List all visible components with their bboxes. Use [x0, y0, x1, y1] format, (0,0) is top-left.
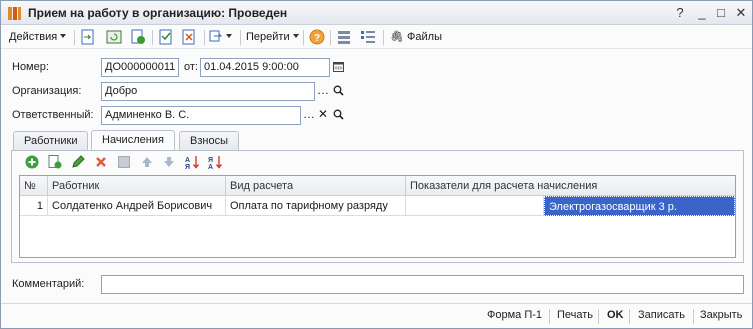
- comment-field[interactable]: [101, 275, 744, 294]
- sort-descending-icon[interactable]: ЯA: [207, 154, 223, 170]
- add-row-icon[interactable]: [24, 154, 40, 170]
- goto-menu[interactable]: Перейти: [246, 28, 299, 46]
- goto-menu-label: Перейти: [246, 31, 290, 43]
- end-edit-icon[interactable]: [116, 154, 132, 170]
- window-title: Прием на работу в организацию: Проведен: [28, 6, 288, 20]
- search-icon[interactable]: [331, 82, 345, 101]
- files-button[interactable]: 🖇 Файлы: [390, 28, 442, 46]
- svg-text:?: ?: [314, 33, 320, 44]
- select-button[interactable]: …: [316, 82, 330, 101]
- number-field[interactable]: ДО000000011: [101, 58, 179, 77]
- search-icon[interactable]: [331, 106, 345, 125]
- organization-label: Организация:: [12, 85, 82, 97]
- table-cell-calc-type[interactable]: Оплата по тарифному разряду: [226, 196, 406, 216]
- tab-contributions[interactable]: Взносы: [179, 131, 239, 150]
- select-button[interactable]: …: [302, 106, 316, 125]
- ok-button[interactable]: OK: [607, 309, 624, 321]
- organization-field[interactable]: Добро: [101, 82, 315, 101]
- svg-text:A: A: [185, 157, 190, 164]
- actions-menu-label: Действия: [9, 31, 58, 43]
- svg-text:Я: Я: [208, 157, 213, 164]
- svg-text:A: A: [208, 164, 213, 170]
- save-button[interactable]: Записать: [638, 309, 685, 321]
- based-on-menu[interactable]: [209, 28, 232, 46]
- move-down-icon[interactable]: [161, 154, 177, 170]
- column-header-number[interactable]: №: [20, 176, 48, 196]
- svg-text:Я: Я: [185, 164, 190, 170]
- column-header-calc-type[interactable]: Вид расчета: [226, 176, 406, 196]
- document-posted-icon: [8, 7, 21, 20]
- delete-row-icon[interactable]: [93, 154, 109, 170]
- title-bar: Прием на работу в организацию: Проведен …: [1, 1, 752, 25]
- unpost-icon[interactable]: [180, 28, 198, 46]
- column-header-worker[interactable]: Работник: [48, 176, 226, 196]
- refresh-icon[interactable]: [105, 28, 123, 46]
- move-up-icon[interactable]: [139, 154, 155, 170]
- comment-label: Комментарий:: [12, 278, 85, 290]
- tab-employees[interactable]: Работники: [13, 131, 89, 150]
- bottom-bar: Форма П-1 Печать OK Записать Закрыть: [1, 303, 752, 328]
- minimize-button[interactable]: _: [693, 4, 711, 21]
- form-p1-button[interactable]: Форма П-1: [487, 309, 542, 321]
- toolbar: Действия Перейти ? 🖇 Файлы: [1, 25, 752, 49]
- document-window: Прием на работу в организацию: Проведен …: [0, 0, 753, 329]
- table-cell-indicator-1[interactable]: [406, 196, 544, 216]
- table-cell-worker[interactable]: Солдатенко Андрей Борисович: [48, 196, 226, 216]
- responsible-label: Ответственный:: [12, 109, 94, 121]
- responsible-field[interactable]: Админенко В. С.: [101, 106, 301, 125]
- post-icon[interactable]: [157, 28, 175, 46]
- accruals-table: № Работник Вид расчета Показатели для ра…: [19, 175, 736, 258]
- copy-row-icon[interactable]: [47, 154, 63, 170]
- copy-icon[interactable]: [129, 28, 147, 46]
- table-cell-indicator-2[interactable]: Электрогазосварщик 3 р.: [544, 196, 735, 216]
- actions-menu[interactable]: Действия: [9, 28, 67, 46]
- post-and-close-icon[interactable]: [79, 28, 97, 46]
- number-label: Номер:: [12, 61, 49, 73]
- maximize-button[interactable]: □: [712, 4, 730, 21]
- sort-ascending-icon[interactable]: AЯ: [184, 154, 200, 170]
- create-based-on-icon: [209, 30, 223, 42]
- movements-icon[interactable]: [359, 28, 377, 46]
- calendar-icon[interactable]: [331, 58, 345, 77]
- help-icon[interactable]: ?: [671, 4, 689, 21]
- structure-icon[interactable]: [335, 28, 353, 46]
- date-field[interactable]: 01.04.2015 9:00:00: [200, 58, 330, 77]
- table-cell-number[interactable]: 1: [20, 196, 48, 216]
- close-form-button[interactable]: Закрыть: [700, 309, 742, 321]
- help-icon[interactable]: ?: [308, 28, 326, 46]
- print-button[interactable]: Печать: [557, 309, 593, 321]
- close-button[interactable]: ✕: [732, 4, 750, 21]
- paperclip-icon: 🖇: [390, 31, 404, 43]
- column-header-indicators[interactable]: Показатели для расчета начисления: [406, 176, 735, 196]
- edit-row-icon[interactable]: [70, 154, 86, 170]
- clear-icon[interactable]: ✕: [316, 106, 330, 125]
- files-label: Файлы: [407, 31, 442, 43]
- date-label: от:: [184, 61, 198, 73]
- tab-accruals[interactable]: Начисления: [91, 130, 175, 151]
